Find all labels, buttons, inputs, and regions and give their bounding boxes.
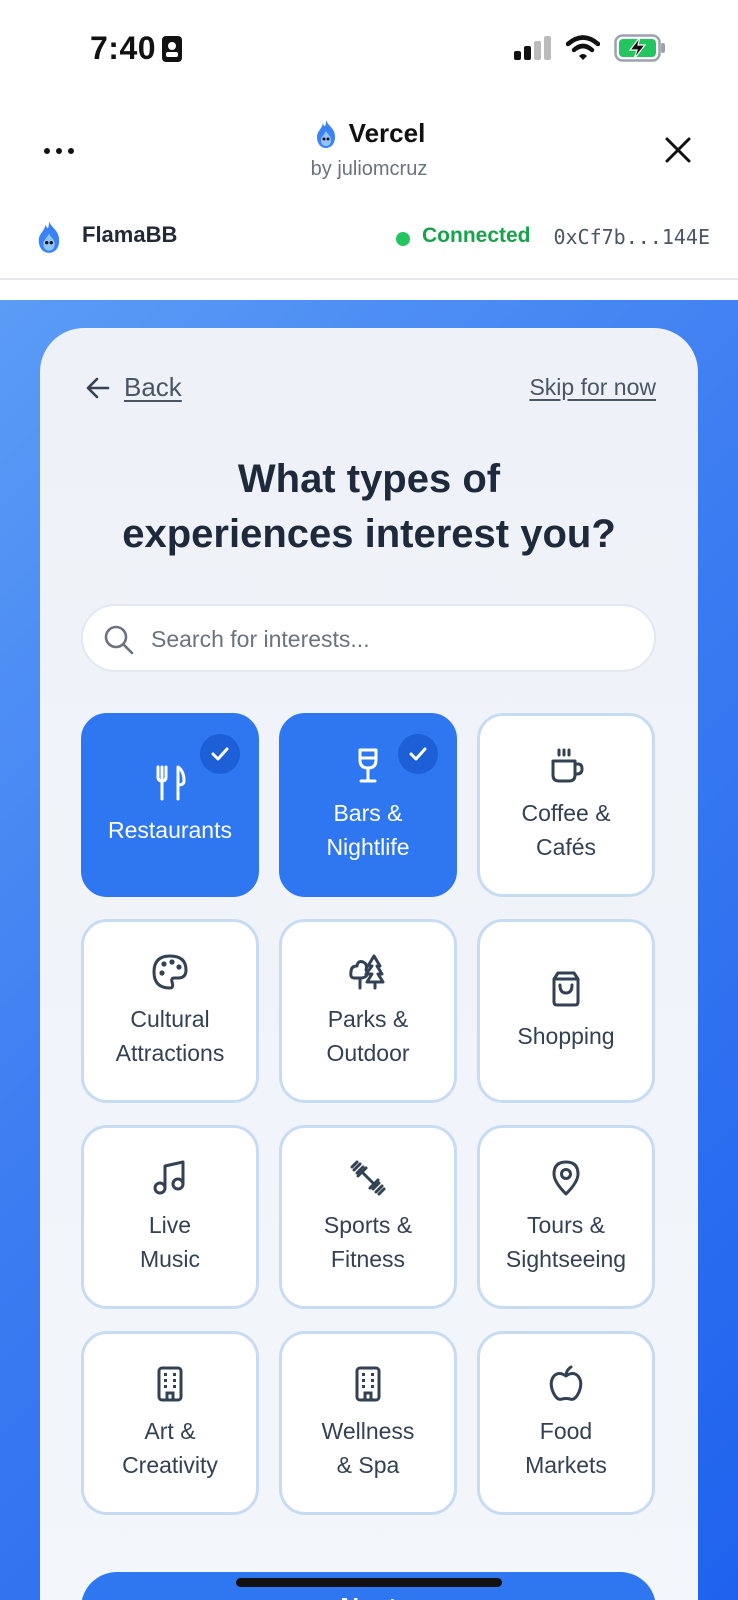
interest-tile[interactable]: Food Markets — [477, 1331, 655, 1515]
app-author: by juliomcruz — [310, 157, 428, 180]
interest-label: Wellness & Spa — [321, 1418, 415, 1478]
interest-tile[interactable]: Sports & Fitness — [279, 1125, 457, 1309]
wallet-address[interactable]: 0xCf7b...144E — [553, 225, 710, 249]
interest-tile[interactable]: Tours & Sightseeing — [477, 1125, 655, 1309]
building-icon — [355, 1366, 381, 1402]
interest-tile[interactable]: Wellness & Spa — [279, 1331, 457, 1515]
connection-status: Connected — [422, 224, 531, 247]
trees-icon — [349, 954, 385, 990]
connection-status-dot — [396, 232, 410, 246]
wifi-icon — [566, 35, 600, 60]
search-input[interactable] — [151, 620, 631, 658]
battery-charging-icon — [614, 34, 665, 62]
interest-label: Restaurants — [107, 817, 232, 843]
page-title-line-2: experiences interest you? — [122, 512, 616, 556]
status-time: 7:40 — [90, 30, 157, 66]
skip-button[interactable]: Skip for now — [529, 374, 656, 401]
search-box[interactable] — [81, 604, 656, 672]
interest-tile[interactable]: Bars & Nightlife — [279, 713, 457, 897]
check-icon — [200, 734, 240, 774]
interest-tile[interactable]: Shopping — [477, 919, 655, 1103]
home-indicator — [236, 1578, 502, 1587]
flamabb-logo-icon — [38, 221, 60, 253]
interest-label: Bars & Nightlife — [326, 800, 410, 860]
search-icon — [104, 625, 134, 655]
coffee-cup-icon — [551, 748, 584, 783]
interest-tile[interactable]: Art & Creativity — [81, 1331, 259, 1515]
interest-label: Art & Creativity — [122, 1418, 218, 1478]
building-icon — [157, 1366, 183, 1402]
page-title-line-1: What types of — [237, 457, 501, 501]
back-button[interactable]: Back — [84, 372, 182, 403]
interest-label: Parks & Outdoor — [326, 1006, 410, 1066]
music-note-icon — [153, 1160, 185, 1195]
wallet-app-name: FlamaBB — [82, 222, 178, 247]
interest-tile[interactable]: Coffee & Cafés — [477, 713, 655, 897]
arrow-left-icon — [86, 377, 110, 398]
palette-icon — [152, 954, 188, 990]
close-icon — [665, 137, 691, 163]
interest-label: Sports & Fitness — [323, 1212, 413, 1272]
wine-glass-icon — [358, 748, 378, 783]
utensils-icon — [156, 765, 186, 801]
back-label: Back — [124, 372, 182, 402]
app-header: Vercel by juliomcruz — [0, 100, 738, 195]
cellular-signal-icon — [514, 36, 551, 60]
close-button[interactable] — [658, 130, 698, 170]
app-identity: Vercel by juliomcruz — [0, 118, 738, 181]
dumbbell-icon — [350, 1160, 386, 1196]
shopping-bag-icon — [552, 971, 580, 1007]
interest-label: Tours & Sightseeing — [505, 1212, 627, 1272]
interest-label: Coffee & Cafés — [521, 800, 611, 860]
wallet-bar: FlamaBB Connected 0xCf7b...144E — [0, 200, 738, 280]
interests-card: Back Skip for now What types of experien… — [40, 328, 698, 1600]
interest-label: Live Music — [139, 1212, 201, 1272]
interest-label: Food Markets — [525, 1418, 607, 1478]
status-bar: 7:40 — [0, 0, 738, 100]
apple-icon — [549, 1365, 583, 1401]
interest-tile[interactable]: Cultural Attractions — [81, 919, 259, 1103]
status-icons — [514, 34, 666, 62]
interest-tile[interactable]: Live Music — [81, 1125, 259, 1309]
interest-tile[interactable]: Restaurants — [81, 713, 259, 897]
contact-badge-icon — [162, 36, 182, 62]
page-title: What types of experiences interest you? — [40, 452, 698, 562]
app-title: Vercel — [348, 118, 426, 148]
interest-tile[interactable]: Parks & Outdoor — [279, 919, 457, 1103]
map-pin-icon — [552, 1160, 580, 1196]
interest-label: Cultural Attractions — [115, 1006, 225, 1066]
check-icon — [398, 734, 438, 774]
interest-label: Shopping — [517, 1023, 615, 1049]
flame-mascot-icon — [316, 119, 335, 148]
